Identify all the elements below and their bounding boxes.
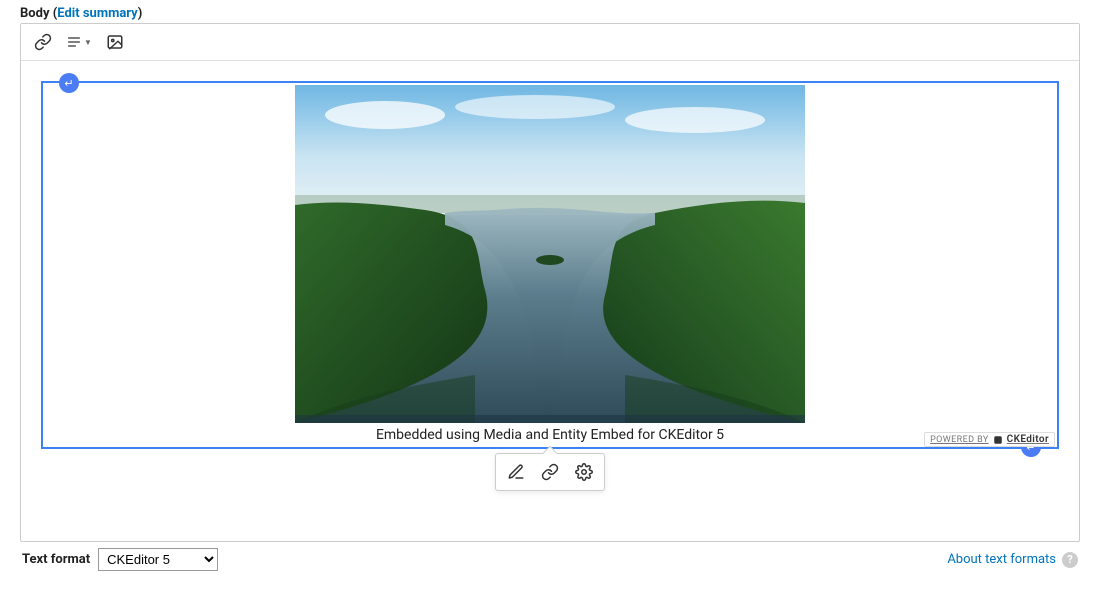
link-icon (34, 33, 52, 51)
edit-embed-button[interactable] (500, 458, 532, 486)
editor-toolbar: ▼ (21, 24, 1079, 61)
link-icon (541, 463, 559, 481)
insert-image-button[interactable] (99, 28, 131, 56)
powered-by-badge[interactable]: POWERED BY CKEditor (924, 432, 1055, 447)
edit-summary-link[interactable]: Edit summary (57, 6, 137, 21)
text-format-label: Text format (22, 552, 90, 567)
embed-caption: Embedded using Media and Entity Embed fo… (43, 427, 1057, 443)
powered-by-brand: CKEditor (1007, 434, 1049, 445)
paragraph-handle-before[interactable]: ↵ (59, 73, 79, 93)
editor-content-area[interactable]: ↵ ↵ (21, 61, 1079, 541)
link-button[interactable] (27, 28, 59, 56)
body-label-text: Body (20, 6, 50, 21)
settings-embed-button[interactable] (568, 458, 600, 486)
paren-close: ) (138, 6, 143, 21)
text-format-bar: Text format CKEditor 5 About text format… (20, 542, 1080, 573)
help-icon[interactable]: ? (1062, 552, 1078, 568)
gear-icon (575, 463, 593, 481)
embedded-image (295, 85, 805, 423)
list-icon (66, 34, 82, 50)
embedded-media-block[interactable]: ↵ ↵ (41, 81, 1059, 449)
text-format-select[interactable]: CKEditor 5 (98, 548, 218, 571)
ckeditor-logo-icon (993, 435, 1003, 445)
return-icon: ↵ (64, 77, 73, 90)
list-button[interactable]: ▼ (59, 28, 99, 56)
format-left: Text format CKEditor 5 (22, 548, 218, 571)
body-field-label: Body (Edit summary) (20, 6, 1080, 21)
embed-inner: Embedded using Media and Entity Embed fo… (43, 83, 1057, 447)
image-icon (106, 33, 124, 51)
powered-by-prefix: POWERED BY (930, 435, 989, 445)
about-text-formats-link[interactable]: About text formats (947, 552, 1056, 567)
pencil-icon (507, 463, 525, 481)
format-right: About text formats ? (947, 552, 1078, 568)
link-embed-button[interactable] (534, 458, 566, 486)
ckeditor-wrapper: ▼ ↵ ↵ (20, 23, 1080, 542)
chevron-down-icon: ▼ (84, 38, 92, 47)
embed-balloon-toolbar (495, 453, 605, 491)
